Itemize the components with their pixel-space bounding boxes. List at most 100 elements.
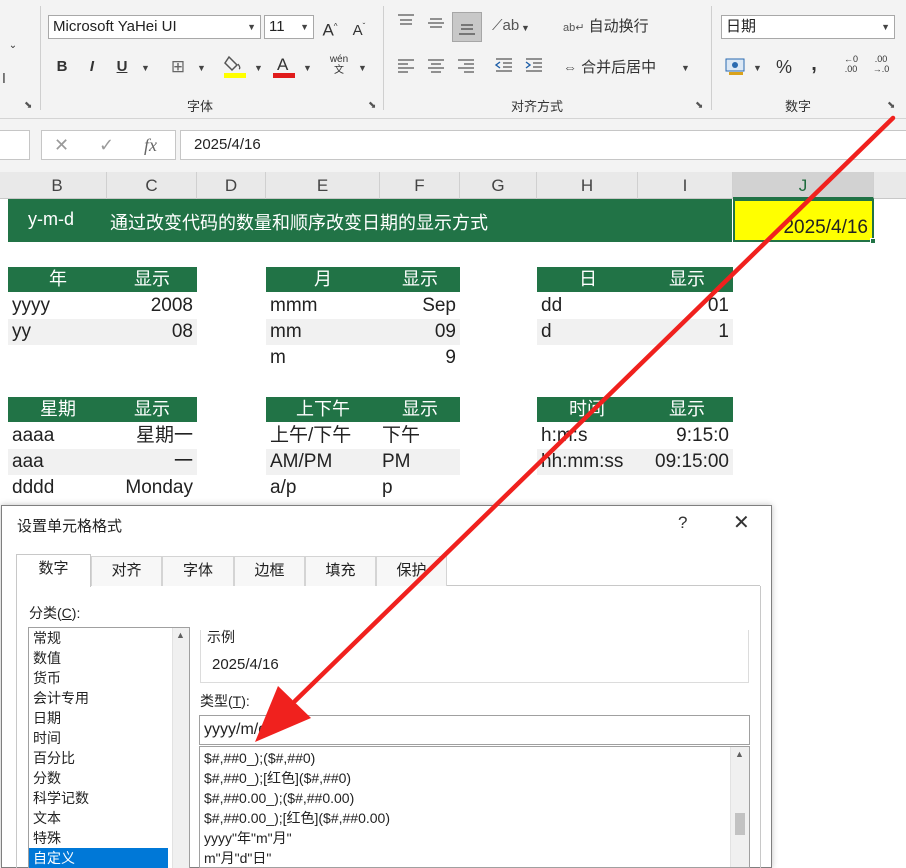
chevron-down-icon[interactable]: ▼ [300,16,309,38]
column-header-c[interactable]: C [107,172,197,199]
decrease-decimal-icon[interactable]: .00 →.0 [868,54,894,78]
cell-display[interactable]: p [382,475,393,501]
decrease-indent-icon[interactable] [492,55,516,79]
column-header-g[interactable]: G [460,172,537,199]
chevron-down-icon[interactable]: ▼ [141,63,150,73]
chevron-up-icon[interactable]: ▲ [176,630,185,640]
chevron-up-icon[interactable]: ▲ [735,749,744,759]
bold-button[interactable]: B [52,55,72,79]
list-item[interactable]: 科学记数 [29,788,168,808]
header-display[interactable]: 显示 [134,267,170,292]
chevron-down-icon[interactable]: ▼ [197,63,206,73]
cell-code[interactable]: h:m:s [541,423,587,449]
list-item[interactable]: $#,##0.00_);[红色]($#,##0.00) [200,808,728,828]
chevron-down-icon[interactable]: ▼ [681,63,690,73]
align-bottom-icon[interactable] [452,12,482,42]
list-item[interactable]: $#,##0.00_);($#,##0.00) [200,788,728,808]
cell-display[interactable]: 9:15:0 [676,423,729,449]
header-display[interactable]: 显示 [402,397,438,422]
merge-center-button[interactable]: ⇔ 合并后居中 [563,55,673,79]
align-right-icon[interactable] [454,55,478,79]
align-left-icon[interactable] [394,55,418,79]
phonetic-button[interactable]: wén 文 [328,54,350,78]
increase-decimal-icon[interactable]: ←0.00 [838,54,864,78]
list-item[interactable]: $#,##0_);[红色]($#,##0) [200,768,728,788]
font-color-icon[interactable]: A [272,53,296,79]
list-item[interactable]: 常规 [29,628,168,648]
fill-color-icon[interactable] [223,53,247,79]
cell-code[interactable]: m [270,345,286,371]
number-format-combo[interactable]: 日期 ▼ [721,15,895,39]
dialog-launcher-icon[interactable]: ⬊ [368,100,376,111]
italic-button[interactable]: I [82,55,102,79]
cell-display[interactable]: Monday [125,475,193,501]
cell-code[interactable]: 上午/下午 [270,423,351,449]
increase-indent-icon[interactable] [522,55,546,79]
header-code[interactable]: 月 [314,267,332,292]
cell-display[interactable]: 01 [708,293,729,319]
header-code[interactable]: 上下午 [296,397,350,422]
orientation-icon[interactable]: ⟋ab [492,14,519,38]
cell-display[interactable]: 2008 [151,293,193,319]
align-top-icon[interactable] [394,12,418,36]
cell-code[interactable]: dd [541,293,562,319]
grow-font-button[interactable]: A^ [320,15,340,40]
list-item[interactable]: 日期 [29,708,168,728]
header-display[interactable]: 显示 [402,267,438,292]
banner-description[interactable]: 通过改变代码的数量和顺序改变日期的显示方式 [110,209,488,235]
cell-display[interactable]: 09:15:00 [655,449,729,475]
fill-handle[interactable] [870,238,876,244]
header-code[interactable]: 星期 [40,397,76,422]
chevron-down-icon[interactable]: ▼ [303,63,312,73]
category-list[interactable]: 常规 数值 货币 会计专用 日期 时间 百分比 分数 科学记数 文本 特殊 自定… [28,627,190,868]
cell-code[interactable]: d [541,319,552,345]
cell-code[interactable]: yy [12,319,31,345]
list-item[interactable]: 数值 [29,648,168,668]
cell-code[interactable]: yyyy [12,293,50,319]
column-header-i[interactable]: I [638,172,733,199]
cancel-icon[interactable]: ✕ [54,135,69,156]
column-header-j[interactable]: J [733,172,874,199]
tab-protection[interactable]: 保护 [376,556,447,586]
list-item[interactable]: 货币 [29,668,168,688]
chevron-down-icon[interactable]: ▼ [881,16,890,38]
help-button[interactable]: ? [678,513,687,533]
cell-code[interactable]: dddd [12,475,54,501]
list-item[interactable]: 特殊 [29,828,168,848]
format-code-list[interactable]: $#,##0_);($#,##0) $#,##0_);[红色]($#,##0) … [199,746,750,868]
tab-fill[interactable]: 填充 [305,556,376,586]
banner-code[interactable]: y-m-d [28,209,74,230]
chevron-down-icon[interactable]: ▼ [358,63,367,73]
list-item[interactable]: $#,##0_);($#,##0) [200,748,728,768]
column-header-e[interactable]: E [266,172,380,199]
underline-button[interactable]: U [112,55,132,79]
cell-display[interactable]: 下午 [382,423,420,449]
header-code[interactable]: 时间 [569,397,605,422]
header-display[interactable]: 显示 [134,397,170,422]
format-list-scrollbar[interactable]: ▲ [730,747,749,867]
cell-code[interactable]: mmm [270,293,317,319]
dialog-launcher-icon[interactable]: ⬊ [24,100,32,111]
cell-display[interactable]: PM [382,449,411,475]
cell-display[interactable]: 星期一 [136,423,193,449]
list-item[interactable]: 会计专用 [29,688,168,708]
scrollbar-thumb[interactable] [735,813,745,835]
tab-font[interactable]: 字体 [162,556,234,586]
chevron-down-icon[interactable]: ⌄ [6,34,20,58]
chevron-down-icon[interactable]: ▼ [254,63,263,73]
list-item[interactable]: yyyy"年"m"月" [200,828,728,848]
header-display[interactable]: 显示 [669,397,705,422]
cell-code[interactable]: aaa [12,449,44,475]
chevron-down-icon[interactable]: ▼ [247,16,256,38]
align-center-icon[interactable] [424,55,448,79]
font-name-combo[interactable]: Microsoft YaHei UI ▼ [48,15,261,39]
column-header-d[interactable]: D [197,172,266,199]
list-item-selected[interactable]: 自定义 [29,848,168,868]
dialog-launcher-icon[interactable]: ⬊ [695,100,703,111]
cell-display[interactable]: 9 [445,345,456,371]
column-header-f[interactable]: F [380,172,460,199]
chevron-down-icon[interactable]: ▼ [753,63,762,73]
accounting-format-icon[interactable] [723,55,747,79]
cell-code[interactable]: mm [270,319,302,345]
header-code[interactable]: 日 [579,267,597,292]
